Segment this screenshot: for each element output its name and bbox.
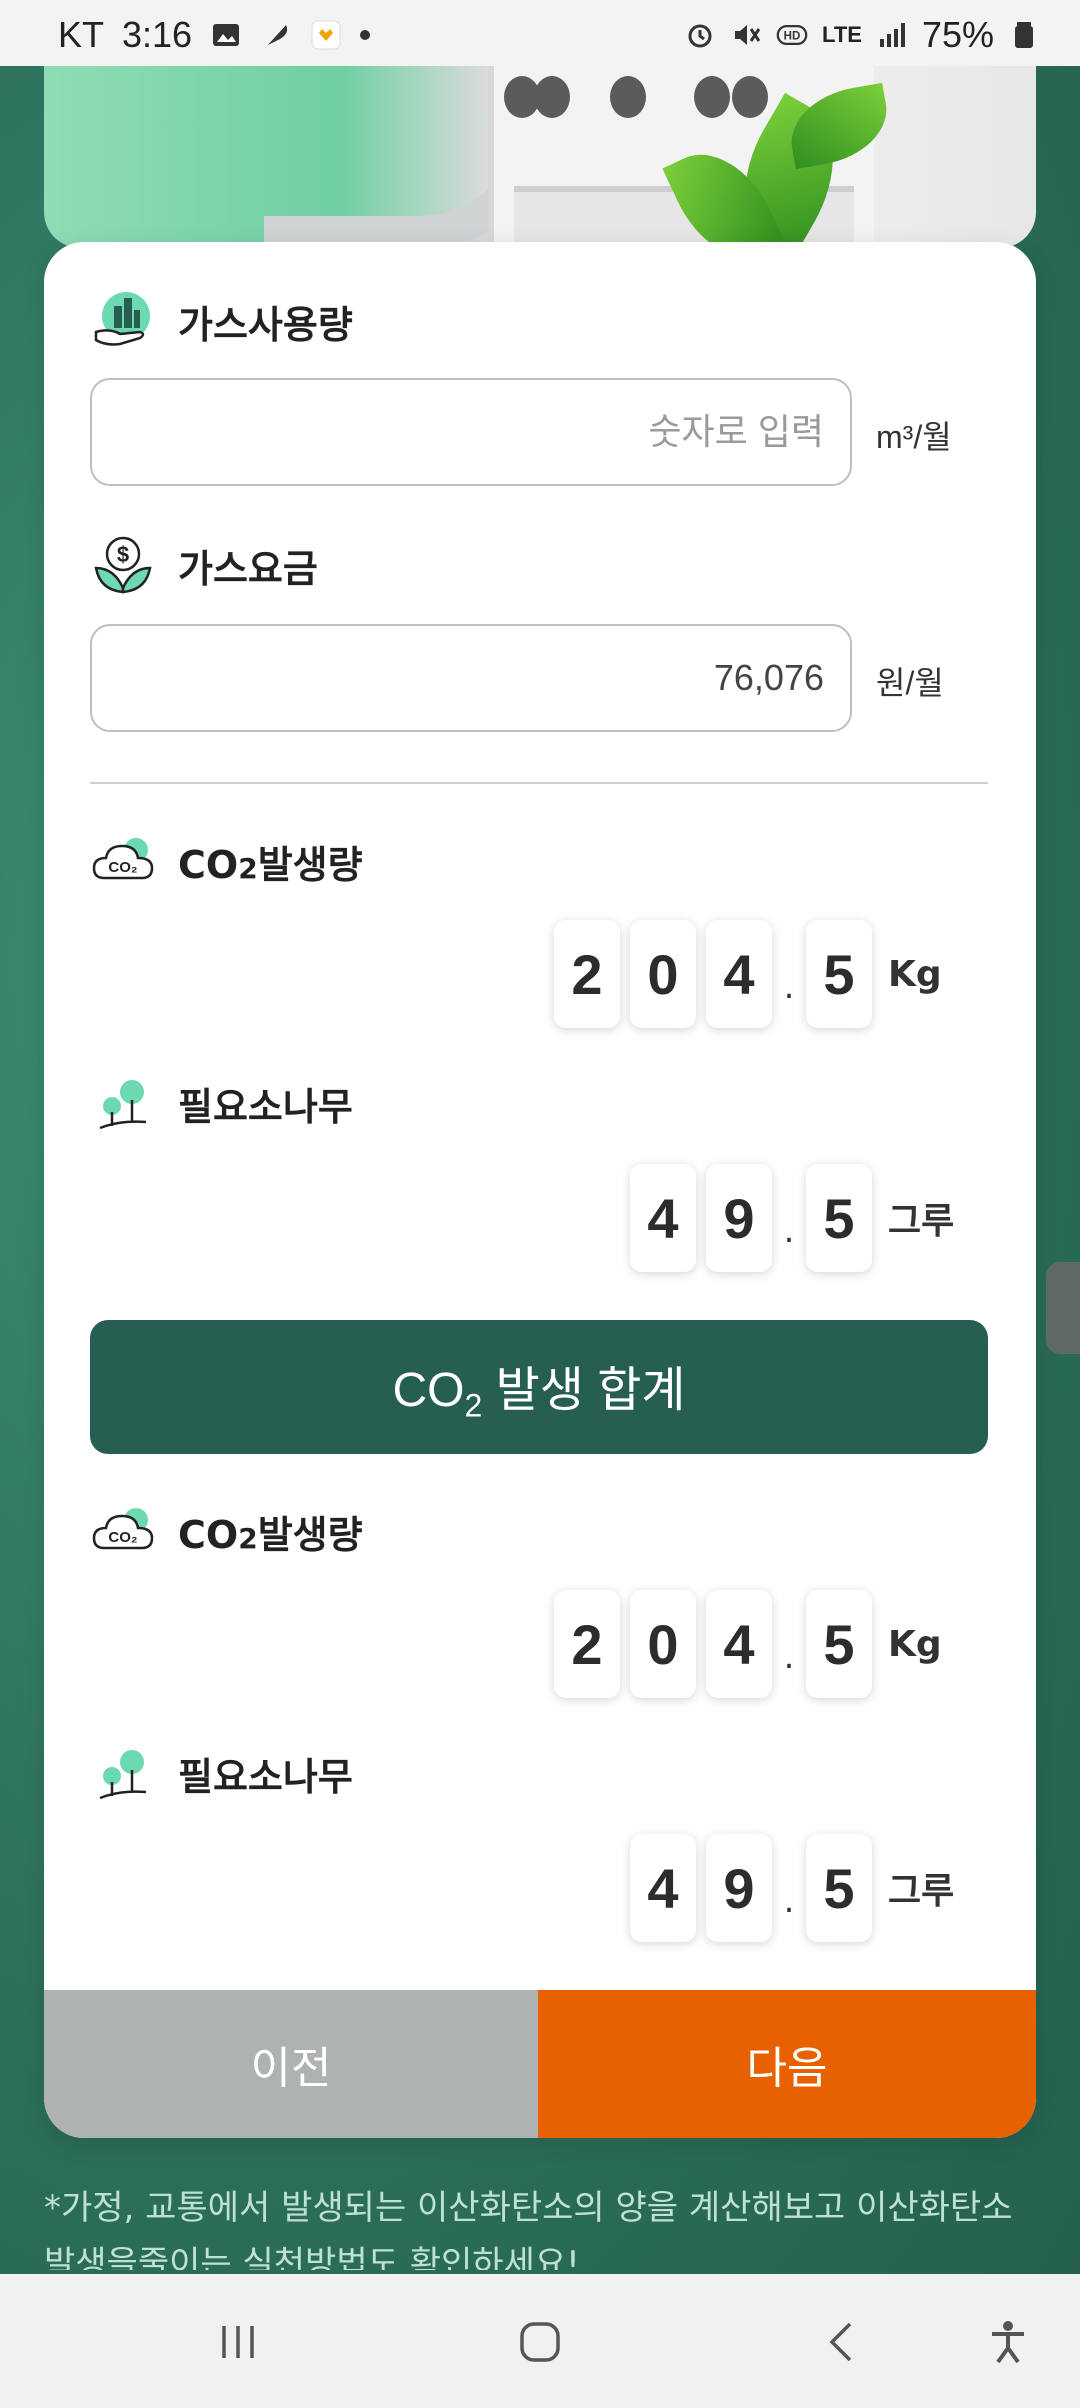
trees-icon xyxy=(99,1080,147,1130)
accessibility-icon[interactable] xyxy=(984,2318,1032,2366)
alarm-icon xyxy=(688,24,712,48)
total-trees-label-row: 필요소나무 xyxy=(90,1740,353,1806)
co2-label: CO2발생량 xyxy=(178,842,363,887)
svg-text:HD: HD xyxy=(784,30,801,42)
total-trees-unit: 그루 xyxy=(888,1871,955,1912)
mute-icon xyxy=(735,25,761,45)
next-button[interactable]: 다음 xyxy=(538,1990,1036,2138)
gas-bill-input[interactable] xyxy=(92,625,826,731)
co2-result-counter: 2 0 4 . 5 Kg xyxy=(554,920,942,1028)
co2-digit: 5 xyxy=(806,920,872,1028)
co2-digit: 4 xyxy=(706,920,772,1028)
footnote-text: *가정, 교통에서 발생되는 이산화탄소의 양을 계산해보고 이산화탄소 발생을… xyxy=(44,2188,1013,2270)
gas-bill-label-row: $ 가스요금 xyxy=(90,532,318,598)
decimal-point: . xyxy=(783,1881,795,1921)
co2-unit: Kg xyxy=(888,953,942,995)
total-trees-digit: 9 xyxy=(706,1834,772,1942)
decimal-point: . xyxy=(783,1637,795,1677)
co2-cloud-icon: CO₂ xyxy=(92,1508,154,1550)
co2-digit: 0 xyxy=(630,920,696,1028)
gas-usage-label-row: 가스사용량 xyxy=(90,288,353,354)
hd-icon: HD xyxy=(776,25,808,45)
total-co2-digit: 5 xyxy=(806,1590,872,1698)
trees-icon xyxy=(99,1750,147,1800)
back-icon[interactable] xyxy=(818,2318,866,2366)
trees-label: 필요소나무 xyxy=(178,1084,353,1129)
network-type: LTE xyxy=(822,22,862,47)
prev-button[interactable]: 이전 xyxy=(44,1990,538,2138)
total-trees-digit: 5 xyxy=(806,1834,872,1942)
dollar-leaf-icon: $ xyxy=(94,536,152,594)
app-badge-icon xyxy=(311,20,341,50)
svg-text:CO₂: CO₂ xyxy=(108,1529,137,1546)
hero-image xyxy=(44,66,1036,248)
total-co2-label: CO2발생량 xyxy=(178,1512,363,1557)
total-trees-digit: 4 xyxy=(630,1834,696,1942)
clock: 3:16 xyxy=(122,14,193,55)
status-bar: KT 3:16 HD LTE 75% xyxy=(0,0,1080,66)
step-navigation: 이전 다음 xyxy=(44,1990,1036,2138)
signal-icon xyxy=(879,23,905,47)
svg-text:CO₂: CO₂ xyxy=(108,859,137,876)
gas-usage-label: 가스사용량 xyxy=(178,302,353,347)
recent-apps-icon[interactable] xyxy=(214,2318,262,2366)
total-trees-label: 필요소나무 xyxy=(178,1754,353,1799)
notification-dot-icon xyxy=(360,30,371,40)
total-co2-unit: Kg xyxy=(888,1623,942,1665)
decimal-point: . xyxy=(783,1211,795,1251)
system-nav-bar xyxy=(0,2274,1080,2408)
total-co2-digit: 4 xyxy=(706,1590,772,1698)
calculator-card: 가스사용량 m³/월 $ 가스요금 원/월 CO₂ CO2발생량 2 0 4 .… xyxy=(44,242,1036,2138)
gas-bill-unit: 원/월 xyxy=(876,665,944,701)
section-divider xyxy=(90,782,988,784)
trees-label-row: 필요소나무 xyxy=(90,1070,353,1136)
co2-label-row: CO₂ CO2발생량 xyxy=(90,828,363,894)
home-icon[interactable] xyxy=(516,2318,564,2366)
co2-sum-button[interactable]: CO2 발생 합계 xyxy=(90,1320,988,1454)
gas-usage-field[interactable] xyxy=(90,378,852,486)
gas-bill-field[interactable] xyxy=(90,624,852,732)
total-co2-digit: 2 xyxy=(554,1590,620,1698)
decimal-point: . xyxy=(783,967,795,1007)
feather-icon xyxy=(266,25,288,47)
trees-digit: 9 xyxy=(706,1164,772,1272)
total-co2-counter: 2 0 4 . 5 Kg xyxy=(554,1590,942,1698)
carrier-label: KT xyxy=(58,14,105,55)
edge-panel-handle[interactable] xyxy=(1046,1262,1080,1354)
building-hand-icon xyxy=(94,292,150,346)
total-co2-label-row: CO₂ CO2발생량 xyxy=(90,1498,363,1564)
total-trees-counter: 4 9 . 5 그루 xyxy=(630,1834,954,1942)
trees-unit: 그루 xyxy=(888,1201,955,1242)
co2-digit: 2 xyxy=(554,920,620,1028)
battery-percent: 75% xyxy=(921,14,994,55)
trees-digit: 5 xyxy=(806,1164,872,1272)
total-co2-digit: 0 xyxy=(630,1590,696,1698)
trees-digit: 4 xyxy=(630,1164,696,1272)
gas-usage-unit: m³/월 xyxy=(876,419,952,455)
sum-button-label: CO2 발생 합계 xyxy=(392,1363,686,1424)
co2-cloud-icon: CO₂ xyxy=(92,838,154,880)
gas-usage-input[interactable] xyxy=(92,379,826,485)
battery-icon xyxy=(1015,22,1033,48)
gallery-icon xyxy=(213,24,240,46)
trees-result-counter: 4 9 . 5 그루 xyxy=(630,1164,954,1272)
svg-text:$: $ xyxy=(117,542,129,567)
gas-bill-label: 가스요금 xyxy=(178,546,318,591)
